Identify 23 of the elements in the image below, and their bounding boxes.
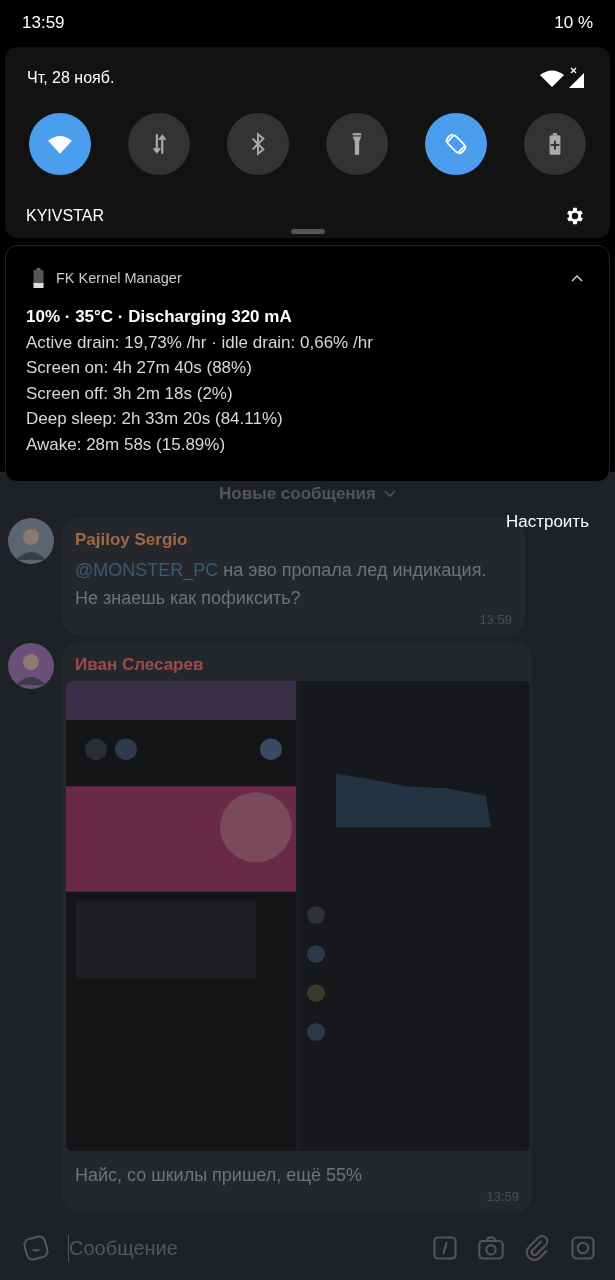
author-name: Pajiloy Sergio [75, 530, 189, 550]
notification-line: Deep sleep: 2h 33m 20s (84.11%) [26, 408, 284, 430]
chevron-down-icon [384, 490, 396, 498]
date: Чт, 28 нояб. [27, 68, 115, 87]
avatar [8, 518, 54, 564]
drag-handle[interactable] [291, 228, 325, 234]
carrier-name: KYIVSTAR [26, 206, 104, 225]
battery-icon [33, 267, 44, 288]
collapse-icon[interactable] [571, 273, 583, 282]
notification-line: Awake: 28m 58s (15.89%) [26, 433, 227, 456]
message-text: @MONSTER_PC на эво пропала лед индикация. Не знаешь как пофиксить? [75, 559, 488, 610]
battery-level: 10 % [554, 13, 593, 34]
avatar [8, 643, 54, 689]
notification-line: Screen off: 3h 2m 18s (2%) [26, 382, 234, 405]
clock: 13:59 [22, 13, 65, 34]
author-name: Иван Слесарев [74, 655, 205, 675]
customize-button[interactable]: Настроить [505, 512, 589, 532]
mention-link[interactable]: @MONSTER_PC [75, 560, 219, 580]
notification-title: 10% · 35°C · Discharging 320 mA [26, 305, 293, 328]
app-name: FK Kernel Manager [56, 269, 183, 286]
notification-line: Screen on: 4h 27m 40s (88%) [26, 357, 253, 379]
message-text: Найс, со шкилы пришел, ещё 55% [74, 1164, 364, 1187]
notification-line: Active drain: 19,73% /hr · idle drain: 0,66% /hr [26, 331, 374, 354]
